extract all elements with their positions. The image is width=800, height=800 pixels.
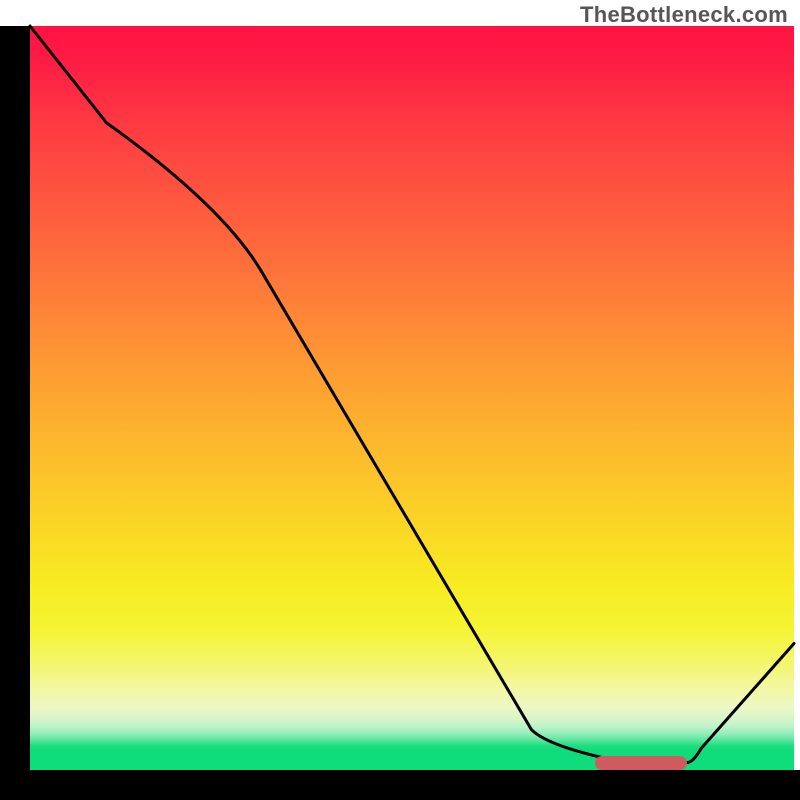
- attribution-text: TheBottleneck.com: [580, 2, 788, 28]
- curve-path: [30, 26, 794, 763]
- optimum-marker: [595, 756, 687, 770]
- chart-root: TheBottleneck.com: [0, 0, 800, 800]
- bottleneck-curve: [30, 26, 794, 770]
- y-axis-bar: [0, 26, 30, 800]
- x-axis-bar: [0, 770, 800, 800]
